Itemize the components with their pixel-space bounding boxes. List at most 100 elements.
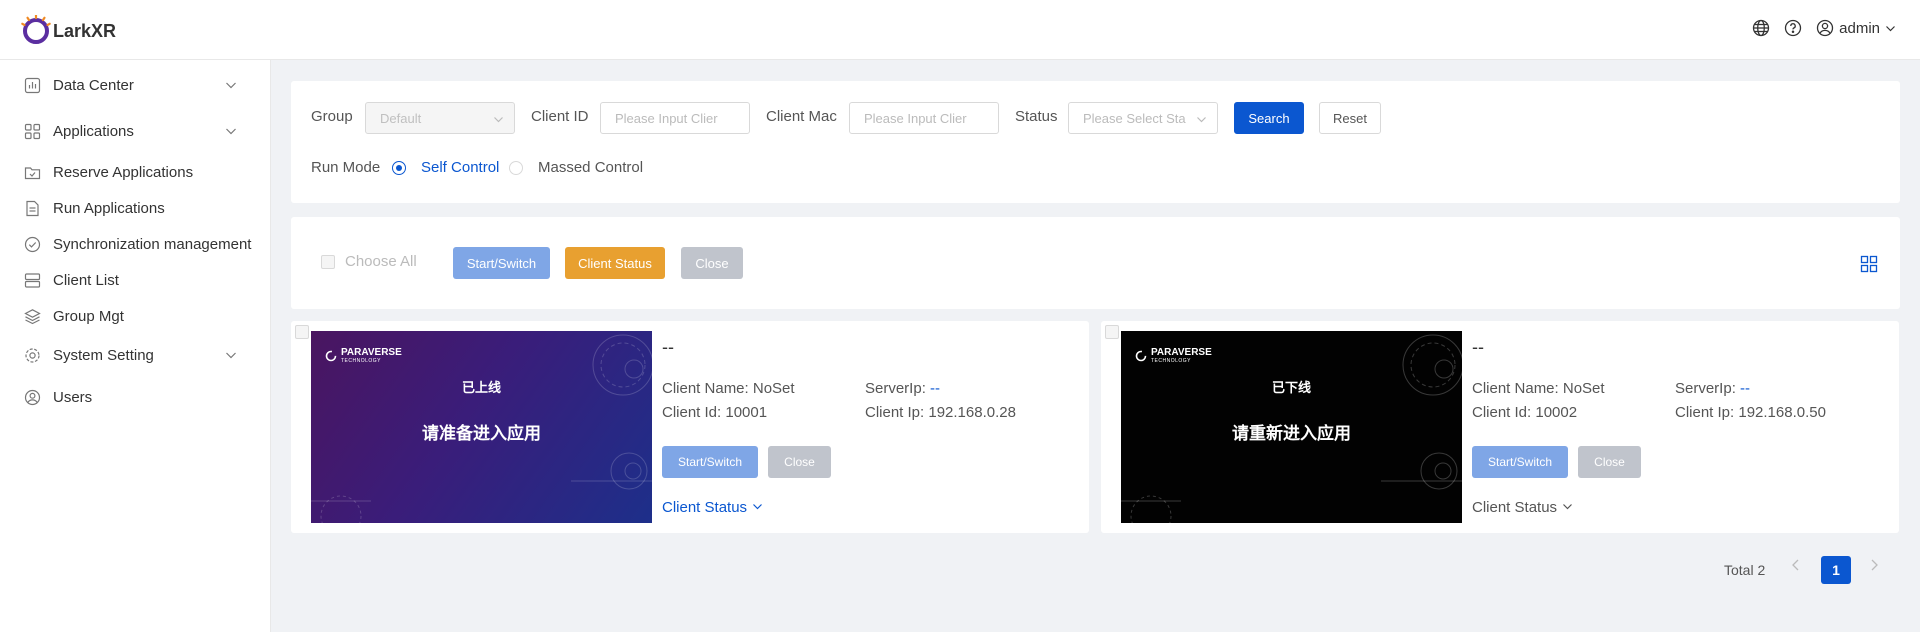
sidebar-item-label: Client List (53, 271, 119, 289)
paraverse-logo-icon (1135, 350, 1147, 361)
next-page-icon[interactable] (1868, 558, 1880, 575)
server-icon (22, 270, 42, 290)
user-menu[interactable]: admin (1815, 18, 1896, 38)
screen-status-text: 已上线 (461, 381, 501, 396)
client-name: Client Name: NoSet (1472, 380, 1605, 397)
help-icon[interactable] (1783, 18, 1803, 38)
brand-subtitle: TECHNOLOGY (341, 358, 382, 364)
start-switch-button[interactable]: Start/Switch (662, 446, 758, 478)
sidebar-item-synchronization-management[interactable]: Synchronization management (0, 227, 270, 261)
close-all-button[interactable]: Close (681, 247, 743, 279)
page-number-1[interactable]: 1 (1821, 556, 1851, 584)
sidebar-item-client-list[interactable]: Client List (0, 263, 270, 297)
client-name: Client Name: NoSet (662, 380, 795, 397)
sidebar-item-reserve-applications[interactable]: Reserve Applications (0, 155, 270, 189)
client-ip: Client Ip: 192.168.0.50 (1675, 404, 1826, 421)
client-id-label: Client ID (531, 108, 589, 125)
search-button[interactable]: Search (1234, 102, 1304, 134)
app-logo[interactable]: LarkXR (20, 14, 117, 47)
server-ip-value: -- (930, 380, 941, 397)
chevron-down-icon (493, 113, 504, 124)
sidebar: Data Center Applications Reserve Applica… (0, 60, 271, 632)
group-select-value: Default (380, 110, 422, 126)
screen-status-text: 已下线 (1271, 381, 1311, 396)
sidebar-item-applications[interactable]: Applications (0, 114, 270, 148)
client-ip: Client Ip: 192.168.0.28 (865, 404, 1016, 421)
run-mode-label: Run Mode (311, 159, 381, 176)
client-status-dropdown[interactable]: Client Status (1472, 499, 1573, 516)
client-mac-placeholder: Please Input Clier (864, 110, 967, 126)
chevron-down-icon (752, 499, 763, 516)
sidebar-item-group-mgt[interactable]: Group Mgt (0, 299, 270, 333)
server-ip-value: -- (1740, 380, 1751, 397)
screen-message-text: 请重新进入应用 (1232, 424, 1351, 444)
close-button[interactable]: Close (768, 446, 831, 478)
top-header: LarkXR admin (0, 0, 1920, 60)
client-id: Client Id: 10001 (662, 404, 768, 421)
client-id-input[interactable]: Please Input Clier (600, 102, 750, 134)
chevron-down-icon (1562, 499, 1573, 516)
pagination-total: Total 2 (1724, 562, 1766, 578)
prev-page-icon[interactable] (1790, 558, 1802, 575)
sidebar-item-run-applications[interactable]: Run Applications (0, 191, 270, 225)
chevron-down-icon (1884, 18, 1896, 38)
massed-control-label[interactable]: Massed Control (538, 159, 643, 176)
brand-name: PARAVERSE (1151, 347, 1212, 358)
self-control-radio[interactable] (392, 161, 406, 175)
client-status-dropdown[interactable]: Client Status (662, 499, 763, 516)
client-status-all-button[interactable]: Client Status (565, 247, 665, 279)
client-screen-preview: PARAVERSE TECHNOLOGY 已上线 请准备进入应用 (311, 331, 652, 523)
sidebar-item-data-center[interactable]: Data Center (0, 68, 270, 102)
server-ip: ServerIp: -- (865, 380, 940, 397)
client-checkbox[interactable] (295, 325, 309, 339)
user-icon (22, 387, 42, 407)
group-select[interactable]: Default (365, 102, 515, 134)
paraverse-logo-icon (325, 350, 337, 361)
group-label: Group (311, 108, 353, 125)
start-switch-button[interactable]: Start/Switch (1472, 446, 1568, 478)
chevron-down-icon (1196, 113, 1207, 124)
sidebar-item-users[interactable]: Users (0, 380, 270, 414)
status-select[interactable]: Please Select Sta (1068, 102, 1218, 134)
user-icon (1815, 18, 1835, 38)
client-status-label: Client Status (1472, 499, 1558, 516)
batch-action-bar: Choose All Start/Switch Client Status Cl… (291, 217, 1900, 309)
sidebar-item-label: Data Center (53, 76, 134, 94)
massed-control-radio[interactable] (509, 161, 523, 175)
sidebar-item-label: Users (53, 388, 93, 406)
client-mac-label: Client Mac (766, 108, 837, 125)
choose-all-checkbox[interactable] (321, 255, 335, 269)
folder-icon (22, 162, 42, 182)
status-select-placeholder: Please Select Sta (1083, 110, 1186, 126)
sidebar-item-label: Applications (53, 122, 134, 140)
paraverse-brand: PARAVERSE TECHNOLOGY (1135, 347, 1212, 364)
client-mac-input[interactable]: Please Input Clier (849, 102, 999, 134)
paraverse-brand: PARAVERSE TECHNOLOGY (325, 347, 402, 364)
larkxr-logo-icon (20, 14, 52, 47)
filter-panel: Group Default Client ID Please Input Cli… (291, 81, 1900, 203)
client-card: PARAVERSE TECHNOLOGY 已下线 请重新进入应用 -- Clien… (1101, 321, 1899, 533)
chevron-down-icon (224, 124, 238, 138)
check-circle-icon (22, 234, 42, 254)
sidebar-item-label: Group Mgt (53, 307, 124, 325)
start-switch-all-button[interactable]: Start/Switch (453, 247, 550, 279)
gear-icon (22, 345, 42, 365)
sidebar-item-system-setting[interactable]: System Setting (0, 338, 270, 372)
app-name: LarkXR (53, 20, 117, 41)
screen-message-text: 请准备进入应用 (422, 424, 541, 444)
close-button[interactable]: Close (1578, 446, 1641, 478)
globe-icon[interactable] (1751, 18, 1771, 38)
layers-icon (22, 306, 42, 326)
chart-icon (22, 75, 42, 95)
reset-button[interactable]: Reset (1319, 102, 1381, 134)
self-control-label[interactable]: Self Control (421, 159, 499, 176)
client-card: PARAVERSE TECHNOLOGY 已上线 请准备进入应用 -- Clien… (291, 321, 1089, 533)
server-ip: ServerIp: -- (1675, 380, 1750, 397)
client-id-placeholder: Please Input Clier (615, 110, 718, 126)
grid-view-icon[interactable] (1860, 255, 1878, 273)
client-id: Client Id: 10002 (1472, 404, 1578, 421)
client-checkbox[interactable] (1105, 325, 1119, 339)
brand-subtitle: TECHNOLOGY (1151, 358, 1192, 364)
client-title: -- (662, 337, 674, 357)
sidebar-item-label: Synchronization management (53, 235, 252, 253)
